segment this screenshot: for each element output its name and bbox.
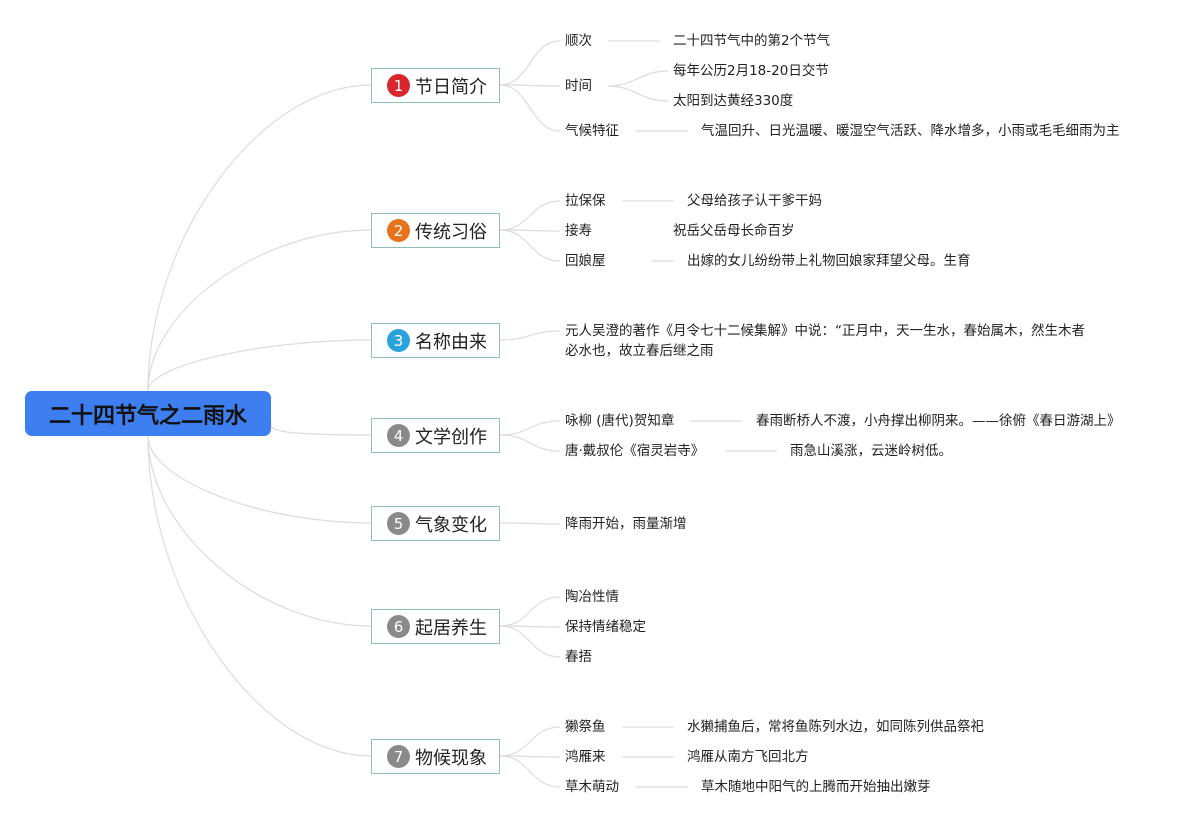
- branch-leaf-link: [499, 755, 561, 788]
- branch-leaf-link: [499, 84, 561, 132]
- branch-leaf-link: [499, 596, 561, 627]
- leaf-key[interactable]: 保持情绪稳定: [565, 617, 646, 637]
- leaf-key[interactable]: 唐·戴叔伦《宿灵岩寺》: [565, 441, 704, 461]
- root-branch-link: [147, 339, 372, 392]
- root-topic[interactable]: 二十四节气之二雨水: [25, 391, 271, 436]
- number-badge: 2: [387, 219, 410, 242]
- branch-label: 物候现象: [415, 747, 487, 769]
- branch-leaf-link: [499, 726, 561, 757]
- number-badge: 7: [387, 745, 410, 768]
- branch-leaf-link: [499, 420, 561, 436]
- branch-leaf-link: [499, 330, 561, 341]
- branch-traditional-customs[interactable]: 2 传统习俗: [371, 213, 500, 248]
- branch-leaf-link: [499, 40, 561, 86]
- leaf-key[interactable]: 顺次: [565, 31, 592, 51]
- leaf-key[interactable]: 草木萌动: [565, 777, 619, 797]
- key-value-link: [607, 85, 669, 102]
- root-branch-link: [270, 420, 372, 436]
- branch-label: 名称由来: [415, 331, 487, 353]
- root-branch-link: [147, 84, 372, 392]
- leaf-key[interactable]: 拉保保: [565, 191, 606, 211]
- leaf-key[interactable]: 接寿: [565, 221, 592, 241]
- branch-leaf-link: [499, 200, 561, 231]
- leaf-value[interactable]: 雨急山溪涨，云迷岭树低。: [790, 441, 952, 461]
- leaf-value[interactable]: 出嫁的女儿纷纷带上礼物回娘家拜望父母。生育: [687, 251, 971, 271]
- leaf-value[interactable]: 太阳到达黄经330度: [673, 91, 793, 111]
- number-badge: 5: [387, 512, 410, 535]
- branch-label: 文学创作: [415, 426, 487, 448]
- branch-label: 传统习俗: [415, 221, 487, 243]
- leaf-value[interactable]: 祝岳父岳母长命百岁: [673, 221, 795, 241]
- key-value-link: [607, 70, 669, 87]
- leaf-value[interactable]: 气温回升、日光温暖、暖湿空气活跃、降水增多，小雨或毛毛细雨为主: [701, 121, 1120, 141]
- number-badge: 4: [387, 424, 410, 447]
- branch-weather-changes[interactable]: 5 气象变化: [371, 506, 500, 541]
- leaf-text[interactable]: 元人吴澄的著作《月令七十二候集解》中说：“正月中，天一生水，春始属木，然生木者必…: [565, 321, 1085, 361]
- branch-name-origin[interactable]: 3 名称由来: [371, 323, 500, 358]
- leaf-key[interactable]: 陶冶性情: [565, 587, 619, 607]
- branch-label: 起居养生: [415, 617, 487, 639]
- branch-leaf-link: [499, 229, 561, 262]
- branch-leaf-link: [499, 84, 561, 87]
- number-badge: 6: [387, 615, 410, 638]
- leaf-value[interactable]: 二十四节气中的第2个节气: [673, 31, 830, 51]
- leaf-value[interactable]: 每年公历2月18-20日交节: [673, 61, 829, 81]
- branch-literary-works[interactable]: 4 文学创作: [371, 418, 500, 453]
- leaf-key[interactable]: 回娘屋: [565, 251, 606, 271]
- number-badge: 3: [387, 329, 410, 352]
- leaf-key[interactable]: 降雨开始，雨量渐增: [565, 514, 687, 534]
- leaf-value[interactable]: 父母给孩子认干爹干妈: [687, 191, 822, 211]
- leaf-value[interactable]: 春雨断桥人不渡，小舟撑出柳阴来。——徐俯《春日游湖上》: [756, 411, 1121, 431]
- branch-label: 节日简介: [415, 76, 487, 98]
- leaf-value[interactable]: 鸿雁从南方飞回北方: [687, 747, 809, 767]
- branch-leaf-link: [499, 522, 561, 525]
- branch-festival-intro[interactable]: 1 节日简介: [371, 68, 500, 103]
- branch-leaf-link: [499, 434, 561, 452]
- leaf-key[interactable]: 獭祭鱼: [565, 717, 606, 737]
- branch-phenology[interactable]: 7 物候现象: [371, 739, 500, 774]
- branch-label: 气象变化: [415, 514, 487, 536]
- number-badge: 1: [387, 74, 410, 97]
- root-branch-link: [147, 435, 372, 524]
- branch-daily-health[interactable]: 6 起居养生: [371, 609, 500, 644]
- leaf-value[interactable]: 草木随地中阳气的上腾而开始抽出嫩芽: [701, 777, 931, 797]
- branch-leaf-link: [499, 625, 561, 658]
- root-branch-link: [147, 435, 372, 627]
- leaf-key[interactable]: 鸿雁来: [565, 747, 606, 767]
- leaf-value[interactable]: 水獭捕鱼后，常将鱼陈列水边，如同陈列供品祭祀: [687, 717, 984, 737]
- leaf-key[interactable]: 春捂: [565, 647, 592, 667]
- leaf-key[interactable]: 气候特征: [565, 121, 619, 141]
- leaf-key[interactable]: 时间: [565, 76, 592, 96]
- leaf-key[interactable]: 咏柳 (唐代)贺知章: [565, 411, 674, 431]
